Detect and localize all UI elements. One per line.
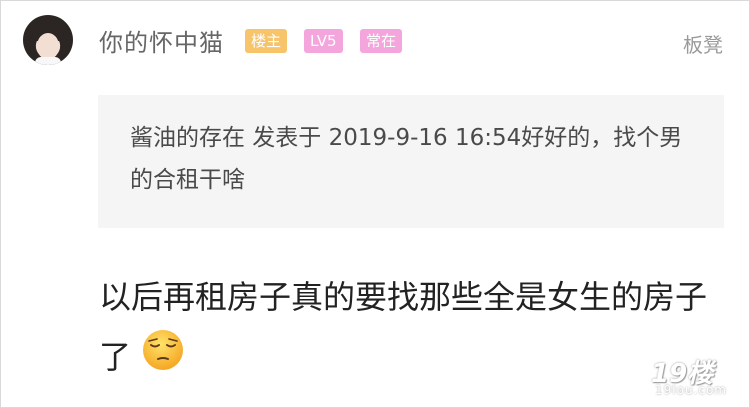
floor-label: 板凳 — [683, 33, 723, 57]
avatar-face — [37, 33, 59, 59]
post-body-text: 以后再租房子真的要找那些全是女生的房子了 — [99, 278, 708, 376]
quoted-reply-box: 酱油的存在 发表于 2019-9-16 16:54好好的，找个男的合租干啥 — [98, 95, 724, 228]
site-watermark: 19楼 19lou.com — [649, 353, 739, 399]
avatar-collar — [35, 57, 61, 65]
pensive-face-emoji-icon — [137, 328, 189, 391]
badge-resident: 常在 — [360, 29, 403, 53]
watermark-domain: 19lou.com — [655, 383, 727, 397]
badge-level: LV5 — [304, 29, 343, 53]
username[interactable]: 你的怀中猫 — [99, 23, 224, 58]
badge-thread-owner: 楼主 — [245, 29, 288, 53]
post-body: 以后再租房子真的要找那些全是女生的房子了 — [99, 267, 709, 391]
user-avatar[interactable] — [23, 15, 73, 65]
quoted-reply-text: 酱油的存在 发表于 2019-9-16 16:54好好的，找个男的合租干啥 — [130, 125, 683, 193]
post-card: 你的怀中猫 楼主 LV5 常在 板凳 酱油的存在 发表于 2019-9-16 1… — [0, 0, 750, 408]
